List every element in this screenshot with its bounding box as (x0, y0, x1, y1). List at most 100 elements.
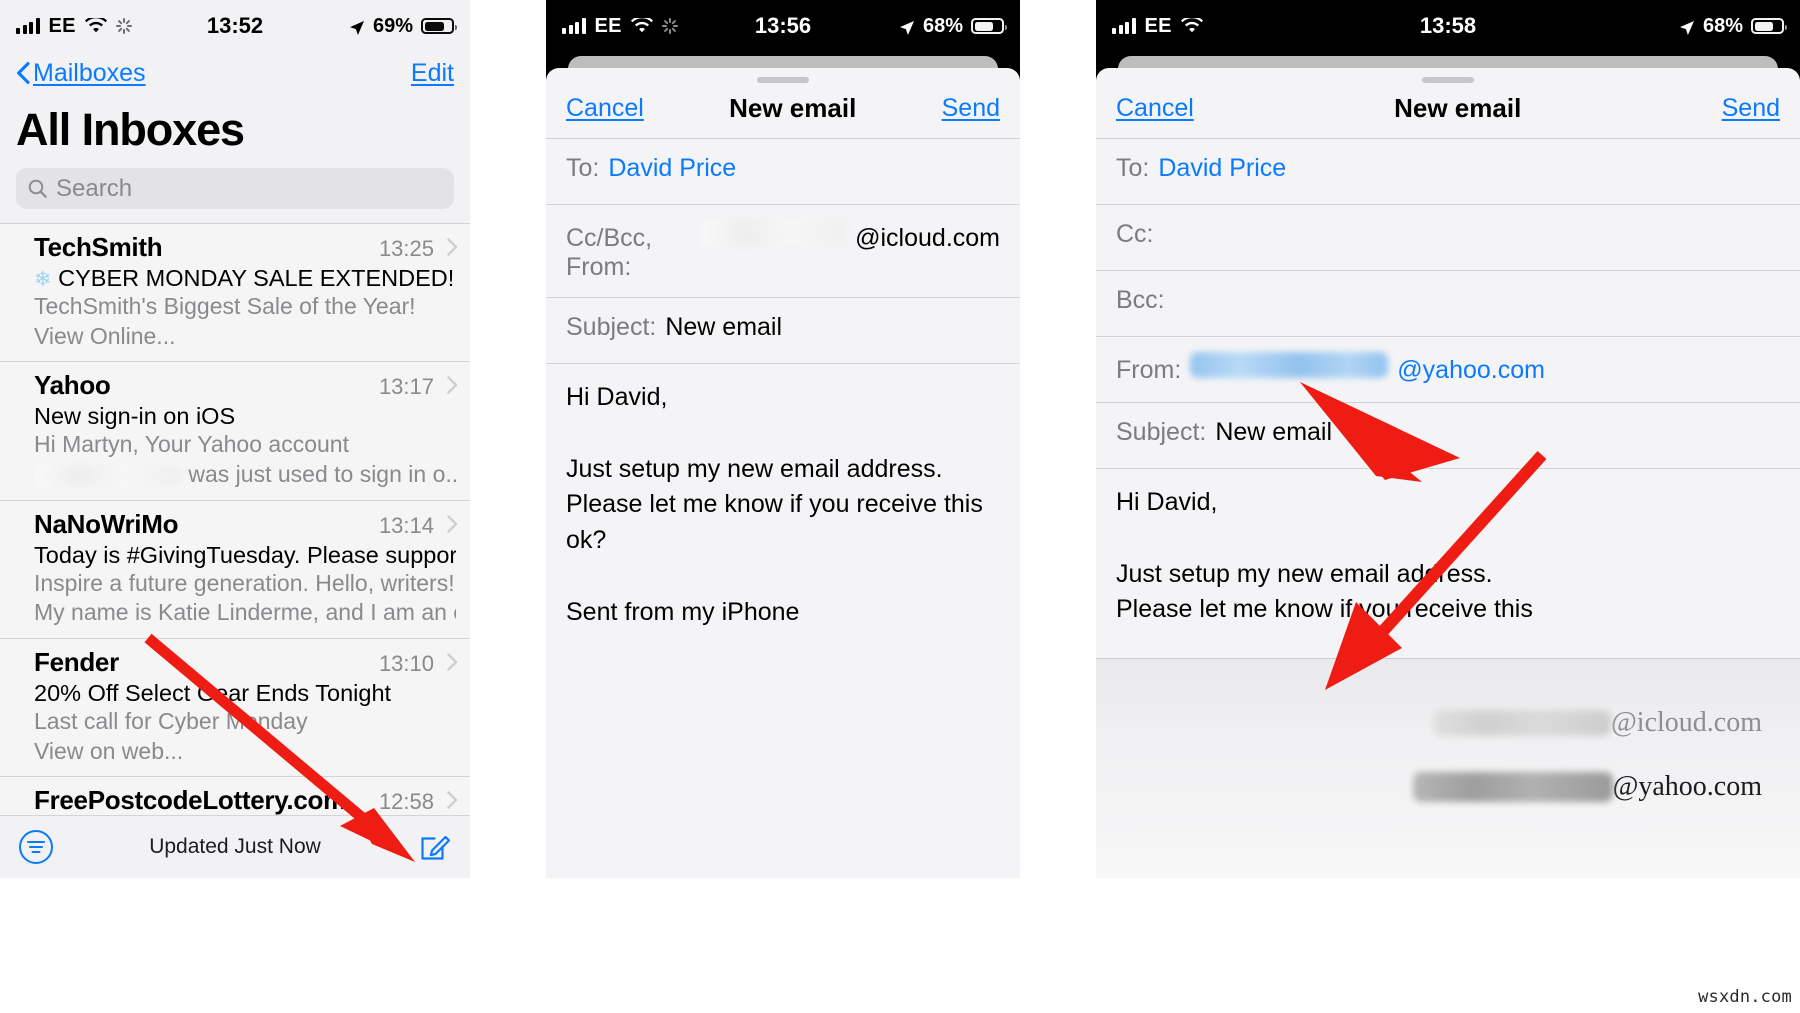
filter-icon[interactable] (18, 829, 54, 865)
mail-subject-line: ❄ CYBER MONDAY SALE EXTENDED! 2... (34, 265, 456, 292)
mail-preview-line: Inspire a future generation. Hello, writ… (34, 569, 455, 596)
mail-list-item[interactable]: Fender 13:10 20% Off Select Gear Ends To… (0, 637, 470, 777)
signal-bars-icon (16, 18, 40, 34)
mail-sender: Fender (34, 646, 119, 677)
phone-panel-compose-expanded: EE 13:58 68% Cancel New email Send To: D… (1096, 0, 1800, 878)
mail-preview-line: Last call for Cyber Monday (34, 707, 308, 734)
screenshot-stage: EE 13:52 69% Mailboxes Edit All Inboxes … (0, 0, 1800, 1013)
sync-spinner-icon (116, 18, 133, 35)
mail-subject: Today is #GivingTuesday. Please support.… (34, 541, 456, 568)
account-picker[interactable]: @icloud.com @yahoo.com (1096, 658, 1800, 878)
wifi-icon (630, 18, 653, 34)
send-button[interactable]: Send (1722, 94, 1780, 123)
compose-button[interactable] (418, 830, 452, 864)
carrier-label: EE (1144, 14, 1172, 37)
mail-time: 13:14 (378, 512, 434, 538)
mail-list-item[interactable]: Yahoo 13:17 New sign-in on iOS Hi Martyn… (0, 361, 470, 500)
mail-preview-suffix: was just used to sign in o... (188, 460, 456, 487)
compose-sheet-navbar: Cancel New email Send (546, 83, 1020, 138)
account-picker-option-selected[interactable]: @yahoo.com (1096, 771, 1800, 803)
mail-list-item[interactable]: NaNoWriMo 13:14 Today is #GivingTuesday.… (0, 499, 470, 638)
page-title: All Inboxes (0, 94, 470, 168)
account-picker-option[interactable]: @icloud.com (1096, 707, 1800, 739)
to-field-label: To: (566, 154, 600, 182)
wifi-icon (84, 18, 107, 34)
mail-time: 12:58 (378, 789, 434, 815)
send-button[interactable]: Send (942, 94, 1000, 123)
battery-percent-label: 69% (372, 14, 413, 37)
cc-field-label: Cc: (1116, 220, 1154, 248)
carrier-label: EE (594, 14, 622, 37)
redacted-email-blur (34, 465, 182, 487)
mail-row-header: Yahoo 13:17 (34, 370, 456, 401)
inbox-toolbar: Updated Just Now (0, 815, 470, 878)
battery-icon (971, 18, 1007, 34)
to-field-value: David Price (1158, 154, 1287, 182)
snowflake-icon: ❄ (34, 268, 52, 291)
ccbcc-from-field[interactable]: Cc/Bcc, From: @icloud.com (546, 204, 1020, 297)
chevron-right-icon (447, 791, 458, 809)
mail-list-item[interactable]: TechSmith 13:25 ❄ CYBER MONDAY SALE EXTE… (0, 223, 470, 362)
compose-sheet: Cancel New email Send To: David Price Cc… (1096, 68, 1800, 878)
back-to-mailboxes-button[interactable]: Mailboxes (16, 59, 146, 88)
mail-row-header: TechSmith 13:25 (34, 232, 456, 263)
back-button-label: Mailboxes (33, 58, 146, 87)
phone-panel-compose-collapsed: EE 13:56 68% Cancel New email Send To: D… (546, 0, 1020, 878)
battery-percent-label: 68% (1702, 14, 1743, 37)
edit-button[interactable]: Edit (411, 59, 454, 88)
ccbcc-from-field-value: @icloud.com (855, 224, 1000, 252)
to-field-value: David Price (608, 154, 737, 182)
to-field[interactable]: To: David Price (1096, 138, 1800, 204)
mail-row-header: NaNoWriMo 13:14 (34, 509, 456, 540)
mail-preview-line: was just used to sign in o... (34, 460, 456, 490)
compose-title: New email (729, 93, 857, 123)
status-left-group: EE (562, 15, 679, 38)
redacted-email-blur (1412, 772, 1613, 802)
message-body[interactable]: Hi David, Just setup my new email addres… (1096, 468, 1800, 628)
mail-subject: CYBER MONDAY SALE EXTENDED! 2... (58, 265, 456, 291)
mail-row-header: FreePostcodeLottery.com 12:58 (34, 785, 456, 816)
status-left-group: EE (1112, 15, 1203, 38)
cc-field[interactable]: Cc: (1096, 204, 1800, 270)
subject-field[interactable]: Subject: New email (1096, 402, 1800, 468)
mail-list[interactable]: TechSmith 13:25 ❄ CYBER MONDAY SALE EXTE… (0, 223, 470, 827)
mail-preview-line: TechSmith's Biggest Sale of the Year! (34, 293, 416, 319)
battery-icon (421, 18, 457, 34)
battery-percent-label: 68% (922, 14, 963, 37)
cancel-button[interactable]: Cancel (566, 94, 644, 123)
bcc-field-label: Bcc: (1116, 286, 1165, 314)
status-right-group: 68% (1679, 14, 1787, 38)
to-field[interactable]: To: David Price (546, 138, 1020, 204)
chevron-right-icon (447, 376, 458, 395)
status-left-group: EE (16, 15, 133, 38)
mail-subject: New sign-in on iOS (34, 403, 236, 430)
mail-time: 13:17 (378, 374, 434, 400)
mail-sender: FreePostcodeLottery.com (34, 785, 346, 816)
subject-field-value: New email (1215, 418, 1333, 446)
redacted-email-blur (1433, 710, 1612, 736)
mail-preview-line: My name is Katie Linderme, and I am an e… (34, 599, 456, 626)
mail-preview-line: Hi Martyn, Your Yahoo account (34, 431, 349, 458)
subject-field-label: Subject: (566, 313, 657, 341)
status-bar-panel1: EE 13:52 69% (0, 0, 470, 52)
location-arrow-icon (349, 18, 365, 35)
from-field[interactable]: From: @yahoo.com (1096, 336, 1800, 402)
cancel-button[interactable]: Cancel (1116, 94, 1194, 123)
subject-field[interactable]: Subject: New email (546, 297, 1020, 363)
search-icon (28, 179, 47, 198)
search-input[interactable]: Search (16, 168, 454, 209)
search-container: Search (0, 168, 470, 223)
battery-icon (1751, 18, 1787, 34)
subject-field-value: New email (665, 313, 783, 341)
mail-sender: NaNoWriMo (34, 508, 179, 539)
mail-sender: Yahoo (34, 370, 111, 401)
location-arrow-icon (899, 18, 915, 35)
search-placeholder-label: Search (56, 174, 133, 202)
redacted-email-blur (701, 220, 847, 246)
compose-sheet-navbar: Cancel New email Send (1096, 83, 1800, 138)
site-watermark: wsxdn.com (1698, 987, 1792, 1007)
bcc-field[interactable]: Bcc: (1096, 270, 1800, 336)
message-body[interactable]: Hi David, Just setup my new email addres… (546, 363, 1020, 630)
mail-time: 13:25 (378, 236, 434, 261)
status-bar-panel2: EE 13:56 68% (546, 0, 1020, 52)
